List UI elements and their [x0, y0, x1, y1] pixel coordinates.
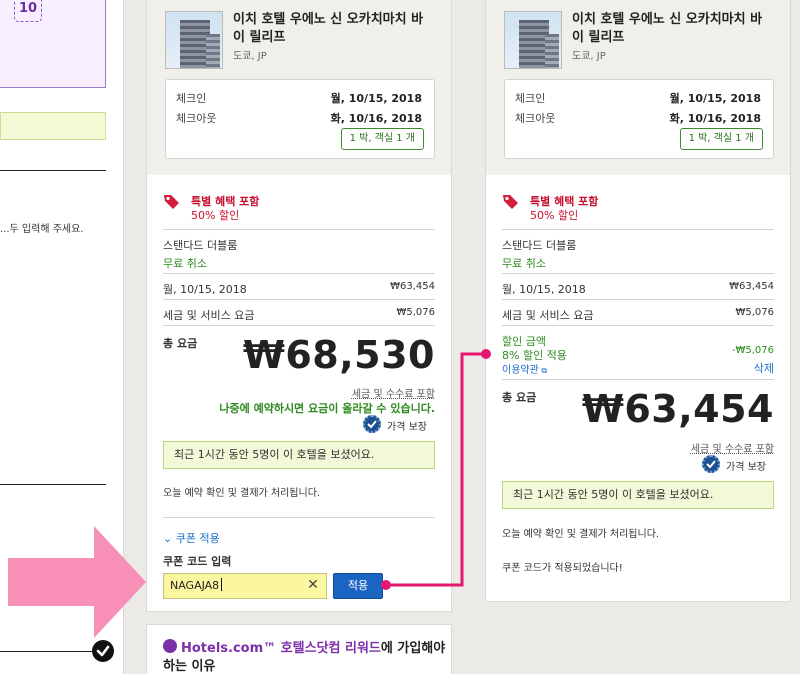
coupon-input-label: 쿠폰 코드 입력	[163, 555, 232, 568]
checkout-date: 화, 10/16, 2018	[330, 112, 422, 125]
checkin-date: 월, 10/15, 2018	[330, 92, 422, 105]
confirm-note: 오늘 예약 확인 및 결제가 처리됩니다.	[163, 488, 321, 499]
recent-views-banner: 최근 1시간 동안 5명이 이 호텔을 보셨어요.	[163, 441, 435, 469]
recent-views-banner: 최근 1시간 동안 5명이 이 호텔을 보셨어요.	[502, 481, 774, 509]
price-guarantee-icon	[702, 455, 720, 473]
total-label: 총 요금	[502, 391, 537, 404]
hotel-location: 도쿄, JP	[572, 51, 606, 62]
ticket-edge	[147, 171, 451, 179]
room-type: 스탠다드 더블룸	[502, 239, 577, 252]
page: 10 ...두 입력해 주세요. 이치 호텔 우에노 신 오카치마치 바이 릴리…	[0, 0, 800, 674]
price-tag-icon	[164, 195, 179, 209]
total-label: 총 요금	[163, 337, 198, 350]
night-date: 월, 10/15, 2018	[502, 283, 586, 296]
total-price: ₩63,454	[581, 387, 774, 431]
hotels-com-logo	[163, 639, 177, 653]
price-tag-icon	[503, 195, 518, 209]
divider	[502, 273, 774, 274]
price-guarantee-label[interactable]: 가격 보장	[387, 418, 427, 433]
rewards-title-rest: 에 가입해야	[380, 641, 446, 656]
checkmark-icon[interactable]	[92, 640, 114, 662]
tax-price: ₩5,076	[735, 307, 774, 318]
rewards-brand[interactable]: Hotels.com™ 호텔스닷컴 리워드	[181, 641, 381, 656]
coupon-applied-message: 쿠폰 코드가 적용되었습니다!	[502, 563, 623, 574]
booking-summary-before: 이치 호텔 우에노 신 오카치마치 바이 릴리프 도쿄, JP 체크인 월, 1…	[146, 0, 452, 612]
rewards-title-line2: 하는 이유	[163, 659, 216, 674]
checkout-date: 화, 10/16, 2018	[669, 112, 761, 125]
divider	[0, 170, 106, 171]
price-guarantee-icon	[363, 415, 381, 433]
stay-dates-box: 체크인 월, 10/15, 2018 체크아웃 화, 10/16, 2018 1…	[504, 79, 774, 159]
divider	[0, 651, 106, 652]
divider	[163, 517, 435, 518]
tax-label: 세금 및 서비스 요금	[163, 309, 255, 322]
night-price: ₩63,454	[729, 281, 774, 292]
divider	[502, 229, 774, 230]
divider	[502, 325, 774, 326]
chevron-down-icon: ⌄	[163, 532, 176, 545]
divider	[163, 273, 435, 274]
divider	[0, 484, 106, 485]
nights-rooms-button[interactable]: 1 박, 객실 1 개	[679, 128, 763, 150]
checkin-date: 월, 10/15, 2018	[669, 92, 761, 105]
hotel-name: 이치 호텔 우에노 신 오카치마치 바이 릴리프	[572, 12, 763, 45]
rewards-promo: Hotels.com™ 호텔스닷컴 리워드에 가입해야 하는 이유	[146, 624, 452, 674]
room-type: 스탠다드 더블룸	[163, 239, 238, 252]
price-guarantee-label[interactable]: 가격 보장	[726, 458, 766, 473]
annotation-arrow	[8, 526, 146, 638]
deal-discount: 50% 할인	[530, 209, 579, 222]
price-increase-warning: 나중에 예약하시면 요금이 올라갈 수 있습니다.	[219, 402, 435, 415]
confirm-note: 오늘 예약 확인 및 결제가 처리됩니다.	[502, 529, 660, 540]
hotel-header: 이치 호텔 우에노 신 오카치마치 바이 릴리프 도쿄, JP 체크인 월, 1…	[147, 0, 451, 175]
terms-link-label: 이용약관	[502, 365, 539, 376]
divider	[502, 379, 774, 380]
clear-input-icon[interactable]: ✕	[303, 575, 323, 595]
hotel-photo	[504, 11, 562, 69]
coupon-toggle-link[interactable]: ⌄ 쿠폰 적용	[163, 530, 220, 546]
total-price: ₩68,530	[242, 333, 435, 377]
left-highlight-bar	[0, 112, 106, 140]
discount-amount: -₩5,076	[731, 345, 774, 356]
rewards-title: Hotels.com™ 호텔스닷컴 리워드에 가입해야	[181, 637, 445, 656]
calendar-day-badge[interactable]: 10	[14, 0, 42, 22]
coupon-code-value: NAGAJA8	[170, 579, 220, 592]
divider	[163, 299, 435, 300]
night-price: ₩63,454	[390, 281, 435, 292]
nights-rooms-button[interactable]: 1 박, 객실 1 개	[340, 128, 424, 150]
free-cancellation: 무료 취소	[502, 257, 546, 270]
hotel-header: 이치 호텔 우에노 신 오카치마치 바이 릴리프 도쿄, JP 체크인 월, 1…	[486, 0, 790, 175]
left-instruction-text: ...두 입력해 주세요.	[0, 224, 84, 235]
hotel-photo	[165, 11, 223, 69]
fee-included-note[interactable]: 세금 및 수수료 포함	[352, 385, 435, 400]
free-cancellation: 무료 취소	[163, 257, 207, 270]
tax-price: ₩5,076	[396, 307, 435, 318]
checkin-label: 체크인	[176, 92, 207, 105]
ticket-edge	[486, 171, 790, 179]
checkout-label: 체크아웃	[176, 112, 217, 125]
tax-label: 세금 및 서비스 요금	[502, 309, 594, 322]
apply-coupon-button[interactable]: 적용	[333, 573, 383, 599]
night-date: 월, 10/15, 2018	[163, 283, 247, 296]
coupon-toggle-label: 쿠폰 적용	[175, 532, 220, 545]
stay-dates-box: 체크인 월, 10/15, 2018 체크아웃 화, 10/16, 2018 1…	[165, 79, 435, 159]
hotel-name: 이치 호텔 우에노 신 오카치마치 바이 릴리프	[233, 12, 424, 45]
terms-link[interactable]: 이용약관 ⧉	[502, 361, 547, 376]
calendar-panel: 10	[0, 0, 106, 88]
checkout-label: 체크아웃	[515, 112, 556, 125]
deal-discount: 50% 할인	[191, 209, 240, 222]
external-link-icon: ⧉	[538, 366, 548, 375]
divider	[163, 229, 435, 230]
fee-included-note[interactable]: 세금 및 수수료 포함	[691, 440, 774, 455]
divider	[502, 299, 774, 300]
remove-coupon-link[interactable]: 삭제	[754, 360, 774, 376]
divider	[163, 325, 435, 326]
booking-summary-after: 이치 호텔 우에노 신 오카치마치 바이 릴리프 도쿄, JP 체크인 월, 1…	[485, 0, 791, 602]
hotel-location: 도쿄, JP	[233, 51, 267, 62]
checkin-label: 체크인	[515, 92, 546, 105]
